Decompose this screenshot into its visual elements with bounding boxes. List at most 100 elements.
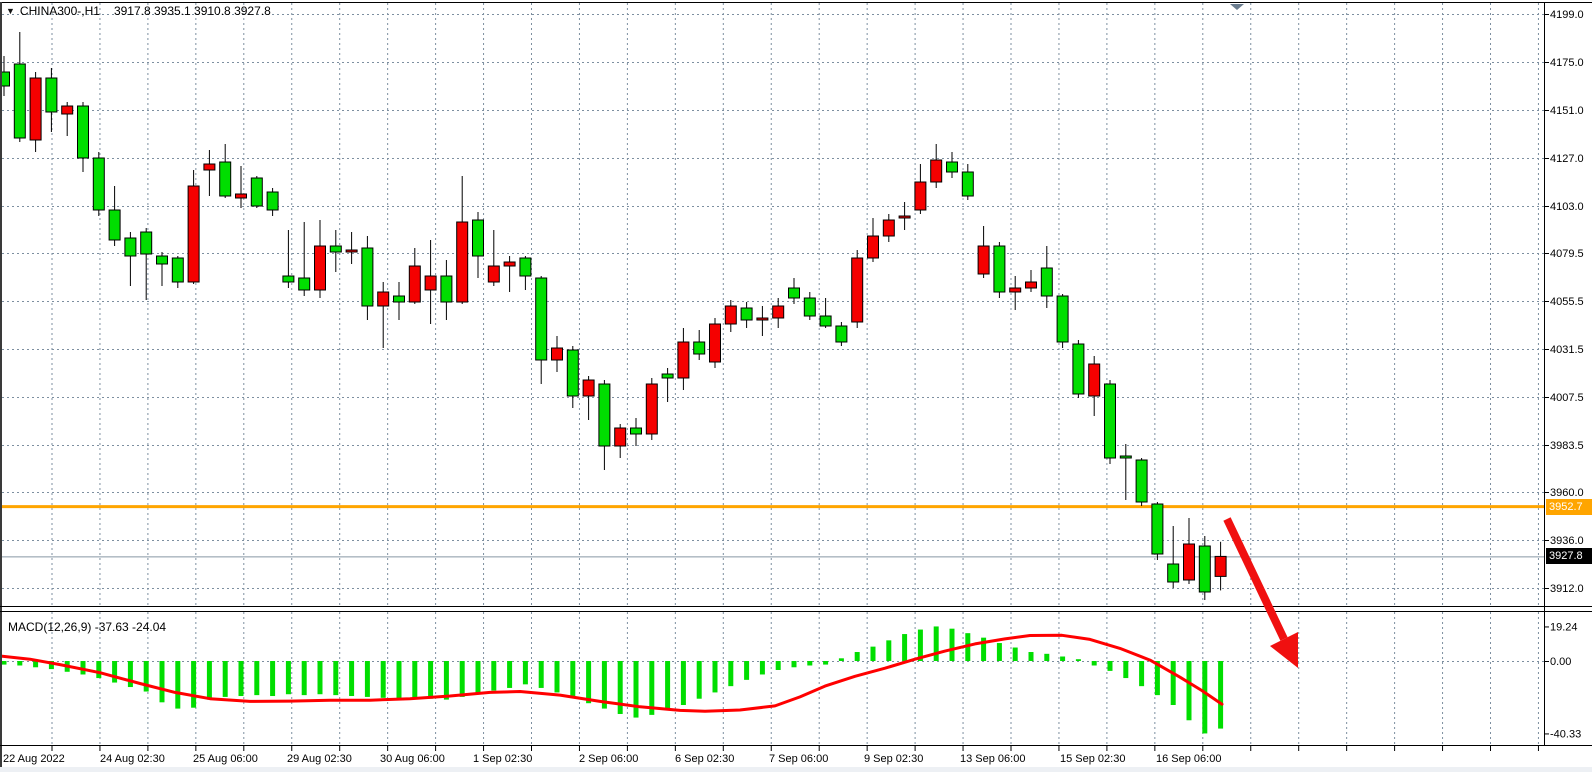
- candle-body: [915, 182, 926, 210]
- candle-body: [267, 192, 278, 210]
- macd-histogram-bar: [1029, 652, 1034, 661]
- macd-histogram-bar: [807, 661, 812, 665]
- macd-histogram-bar: [381, 661, 386, 698]
- macd-histogram-bar: [397, 661, 402, 699]
- macd-histogram-bar: [1171, 661, 1176, 705]
- macd-histogram-bar: [997, 643, 1002, 661]
- macd-histogram-bar: [871, 647, 876, 661]
- candle-body: [78, 106, 89, 158]
- macd-histogram-bar: [96, 661, 101, 678]
- candle-body: [868, 236, 879, 258]
- chart-window: 4199.04175.04151.04127.04103.04079.54055…: [0, 0, 1592, 772]
- candle-body: [804, 298, 815, 316]
- candle-body: [1152, 504, 1163, 554]
- price-axis-label: 4103.0: [1550, 201, 1584, 213]
- macd-histogram-bar: [444, 661, 449, 700]
- macd-indicator-label: MACD(12,26,9) -37.63 -24.04: [8, 620, 166, 634]
- chart-plot-area[interactable]: 4199.04175.04151.04127.04103.04079.54055…: [0, 0, 1592, 772]
- candle-body: [378, 292, 389, 306]
- candle-body: [93, 158, 104, 210]
- macd-histogram-bar: [507, 661, 512, 688]
- macd-histogram-bar: [950, 629, 955, 661]
- candle-body: [899, 216, 910, 218]
- candle-body: [536, 278, 547, 360]
- ohlc-readout: 3917.8 3935.1 3910.8 3927.8: [114, 4, 271, 18]
- candle-body: [852, 258, 863, 322]
- trend-arrow-shaft: [1227, 519, 1284, 639]
- time-axis-label: 25 Aug 06:00: [193, 753, 258, 765]
- candle-body: [1120, 456, 1131, 458]
- price-axis-label: 4055.5: [1550, 296, 1584, 308]
- price-axis-label: 3912.0: [1550, 583, 1584, 595]
- candle-body: [46, 78, 57, 112]
- candle-body: [157, 256, 168, 264]
- price-axis-label: 3983.5: [1550, 440, 1584, 452]
- candle-body: [710, 324, 721, 362]
- macd-histogram-bar: [1076, 659, 1081, 661]
- candle-body: [725, 306, 736, 324]
- price-axis-label: 4031.5: [1550, 344, 1584, 356]
- chart-shift-marker-icon[interactable]: [1230, 4, 1244, 10]
- candle-body: [315, 246, 326, 290]
- macd-histogram-bar: [112, 661, 117, 683]
- macd-axis-label: 0.00: [1550, 656, 1571, 668]
- candle-body: [283, 276, 294, 282]
- chart-header: ▼CHINA300-,H13917.8 3935.1 3910.8 3927.8: [6, 4, 271, 18]
- candle-body: [425, 276, 436, 290]
- price-axis-label: 3936.0: [1550, 535, 1584, 547]
- candle-body: [994, 246, 1005, 292]
- time-axis-label: 16 Sep 06:00: [1156, 753, 1221, 765]
- macd-histogram-bar: [1202, 661, 1207, 733]
- time-axis-label: 7 Sep 06:00: [769, 753, 828, 765]
- time-axis-label: 30 Aug 06:00: [380, 753, 445, 765]
- candle-body: [409, 266, 420, 302]
- macd-histogram-bar: [776, 661, 781, 670]
- candle-body: [615, 428, 626, 446]
- macd-histogram-bar: [286, 661, 291, 694]
- macd-histogram-bar: [760, 661, 765, 674]
- macd-histogram-bar: [697, 661, 702, 699]
- candle-body: [330, 246, 341, 252]
- current-price-badge: 3927.8: [1546, 548, 1592, 564]
- window-bottom-strip: [0, 767, 1592, 772]
- macd-histogram-bar: [902, 634, 907, 661]
- candle-body: [567, 350, 578, 396]
- candle-body: [188, 186, 199, 282]
- candle-body: [109, 210, 120, 240]
- chart-expand-icon[interactable]: ▼: [6, 6, 15, 16]
- macd-histogram-bar: [1060, 657, 1065, 661]
- candle-body: [552, 348, 563, 360]
- candle-body: [741, 308, 752, 320]
- candle-body: [299, 278, 310, 290]
- macd-axis-label: 19.24: [1550, 621, 1578, 633]
- macd-histogram-bar: [365, 661, 370, 697]
- candle-body: [14, 64, 25, 138]
- macd-histogram-bar: [207, 661, 212, 700]
- macd-histogram-bar: [1218, 661, 1223, 729]
- macd-histogram-bar: [934, 626, 939, 661]
- macd-histogram-bar: [1139, 661, 1144, 686]
- macd-histogram-bar: [349, 661, 354, 696]
- candle-body: [931, 160, 942, 182]
- macd-histogram-bar: [302, 661, 307, 695]
- macd-histogram-bar: [523, 661, 528, 684]
- candle-body: [836, 326, 847, 342]
- macd-axis-label: -40.33: [1550, 728, 1581, 740]
- candle-body: [883, 220, 894, 236]
- macd-histogram-bar: [1092, 661, 1097, 665]
- macd-histogram-bar: [728, 661, 733, 686]
- candle-body: [1041, 268, 1052, 296]
- candle-body: [236, 194, 247, 198]
- macd-histogram-bar: [223, 661, 228, 697]
- candle-body: [1184, 544, 1195, 580]
- macd-histogram-bar: [886, 640, 891, 661]
- macd-histogram-bar: [713, 661, 718, 692]
- time-axis-label: 2 Sep 06:00: [579, 753, 638, 765]
- candle-body: [978, 246, 989, 274]
- macd-histogram-bar: [555, 661, 560, 692]
- macd-histogram-bar: [681, 661, 686, 705]
- macd-histogram-bar: [191, 661, 196, 708]
- time-axis-label: 6 Sep 02:30: [675, 753, 734, 765]
- macd-histogram-bar: [160, 661, 165, 702]
- macd-histogram-bar: [634, 661, 639, 718]
